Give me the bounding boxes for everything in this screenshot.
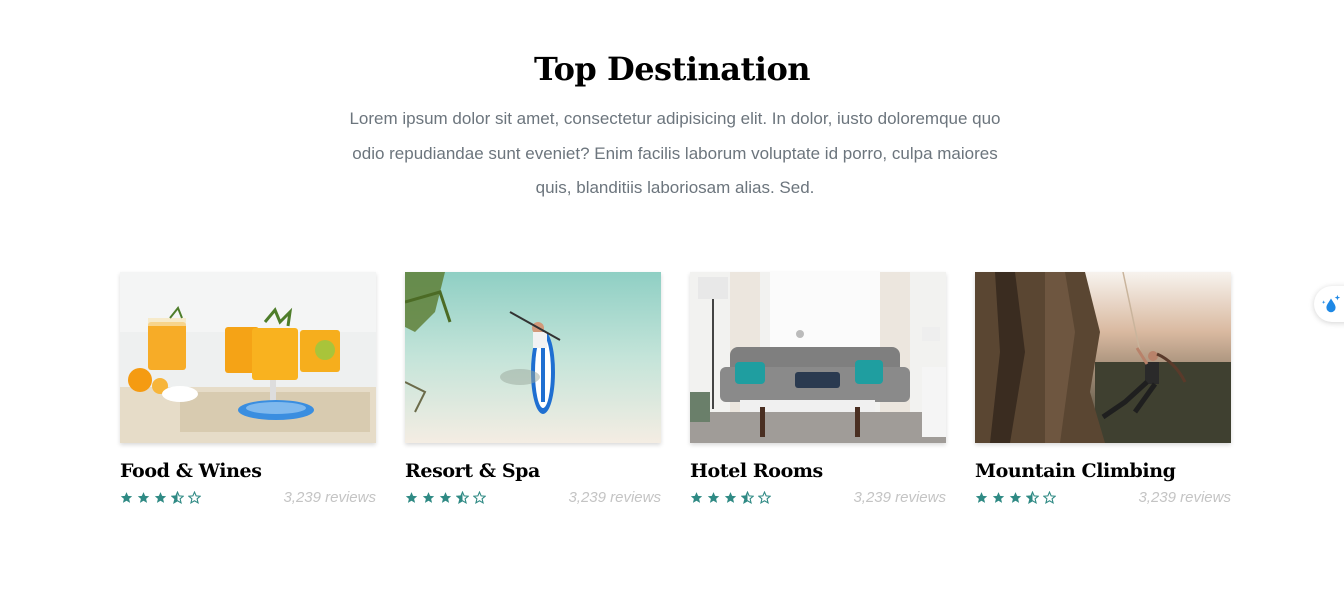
card-image-rock-climber[interactable]: [975, 272, 1231, 443]
section-description: Lorem ipsum dolor sit amet, consectetur …: [349, 109, 1001, 197]
star-full-icon: [1009, 491, 1022, 503]
star-half-icon: [171, 490, 184, 504]
reviews-count: 3,239 reviews: [283, 488, 376, 506]
card-meta: 3,239 reviews: [120, 488, 376, 506]
star-full-icon: [992, 491, 1005, 503]
star-rating: [690, 490, 771, 504]
star-full-icon: [439, 491, 452, 503]
destination-card-resort-spa[interactable]: Resort & Spa 3,239 reviews: [405, 272, 661, 506]
card-meta: 3,239 reviews: [975, 488, 1231, 506]
card-meta: 3,239 reviews: [405, 488, 661, 506]
star-half-icon: [456, 490, 469, 504]
star-full-icon: [707, 491, 720, 503]
card-title[interactable]: Resort & Spa: [405, 460, 661, 482]
destination-cards: Food & Wines 3,239 reviews Resort & Spa …: [120, 272, 1231, 506]
reviews-count: 3,239 reviews: [853, 488, 946, 506]
section-title: Top Destination: [533, 50, 811, 88]
card-title[interactable]: Food & Wines: [120, 460, 376, 482]
card-title[interactable]: Hotel Rooms: [690, 460, 946, 482]
star-rating: [120, 490, 201, 504]
floating-widget-button[interactable]: [1314, 286, 1344, 322]
card-meta: 3,239 reviews: [690, 488, 946, 506]
reviews-count: 3,239 reviews: [1138, 488, 1231, 506]
card-image-paddleboard-beach[interactable]: [405, 272, 661, 443]
star-rating: [405, 490, 486, 504]
destination-card-mountain-climbing[interactable]: Mountain Climbing 3,239 reviews: [975, 272, 1231, 506]
star-full-icon: [975, 491, 988, 503]
star-full-icon: [137, 491, 150, 503]
card-image-orange-drinks[interactable]: [120, 272, 376, 443]
card-title[interactable]: Mountain Climbing: [975, 460, 1231, 482]
star-full-icon: [405, 491, 418, 503]
star-full-icon: [690, 491, 703, 503]
star-full-icon: [154, 491, 167, 503]
star-empty-icon: [758, 490, 771, 504]
star-full-icon: [120, 491, 133, 503]
star-full-icon: [422, 491, 435, 503]
star-full-icon: [724, 491, 737, 503]
card-image-living-room[interactable]: [690, 272, 946, 443]
star-half-icon: [1026, 490, 1039, 504]
star-empty-icon: [473, 490, 486, 504]
star-empty-icon: [1043, 490, 1056, 504]
star-half-icon: [741, 490, 754, 504]
destination-card-food-wines[interactable]: Food & Wines 3,239 reviews: [120, 272, 376, 506]
destination-card-hotel-rooms[interactable]: Hotel Rooms 3,239 reviews: [690, 272, 946, 506]
water-drop-sparkle-icon: [1321, 294, 1341, 313]
reviews-count: 3,239 reviews: [568, 488, 661, 506]
star-rating: [975, 490, 1056, 504]
top-destination-section: Top Destination Lorem ipsum dolor sit am…: [0, 0, 1344, 597]
star-empty-icon: [188, 490, 201, 504]
